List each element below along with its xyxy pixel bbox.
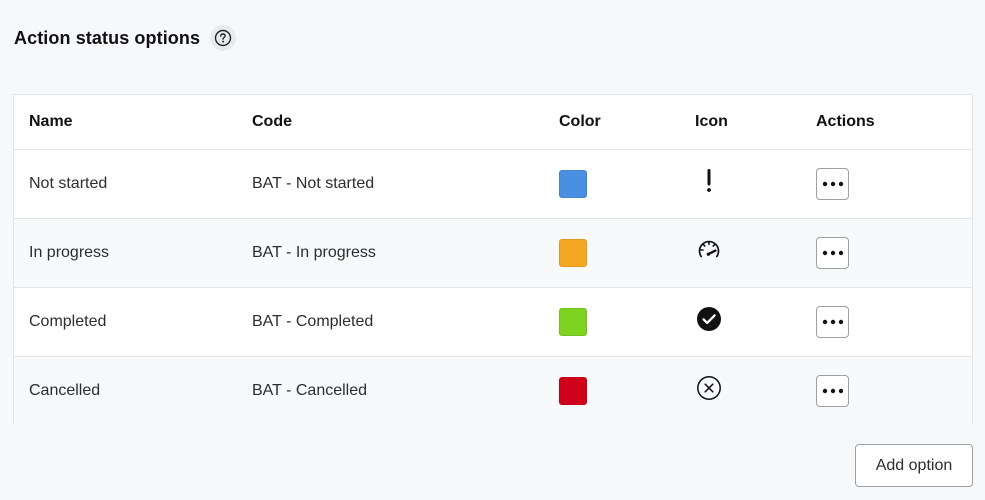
row-actions-button[interactable] [816, 305, 849, 338]
speedometer-icon [696, 237, 722, 263]
more-horizontal-icon [822, 319, 843, 324]
status-name: In progress [14, 218, 237, 288]
row-actions-button[interactable] [816, 374, 849, 407]
close-circle-icon [696, 375, 722, 401]
color-cell [544, 218, 680, 288]
color-cell [544, 356, 680, 425]
status-code: BAT - Cancelled [237, 356, 544, 425]
column-header-color: Color [544, 95, 680, 150]
icon-cell [680, 149, 801, 219]
status-code: BAT - Not started [237, 149, 544, 219]
column-header-code: Code [237, 95, 544, 150]
status-options-table: Name Code Color Icon Actions Not started… [13, 94, 973, 425]
actions-cell [801, 287, 972, 357]
table-row: Not started BAT - Not started [14, 149, 972, 219]
help-button[interactable] [210, 25, 237, 51]
status-code: BAT - Completed [237, 287, 544, 357]
more-horizontal-icon [822, 181, 843, 186]
actions-cell [801, 356, 972, 425]
color-cell [544, 149, 680, 219]
table-row: Cancelled BAT - Cancelled [14, 356, 972, 425]
row-actions-button[interactable] [816, 236, 849, 269]
exclamation-icon [696, 168, 722, 194]
more-horizontal-icon [822, 388, 843, 393]
icon-cell [680, 218, 801, 288]
check-circle-icon [696, 306, 722, 332]
row-actions-button[interactable] [816, 167, 849, 200]
color-swatch [559, 238, 587, 267]
more-horizontal-icon [822, 250, 843, 255]
status-name: Completed [14, 287, 237, 357]
page: Action status options Name Code Color Ic… [0, 0, 985, 500]
color-swatch [559, 169, 587, 198]
question-circle-icon [214, 29, 232, 47]
status-name: Cancelled [14, 356, 237, 425]
page-title: Action status options [14, 27, 201, 48]
status-code: BAT - In progress [237, 218, 544, 288]
icon-cell [680, 287, 801, 357]
table-row: Completed BAT - Completed [14, 287, 972, 357]
table-row: In progress BAT - In progress [14, 218, 972, 288]
actions-cell [801, 149, 972, 219]
status-name: Not started [14, 149, 237, 219]
color-swatch [559, 376, 587, 405]
actions-cell [801, 218, 972, 288]
add-option-button[interactable]: Add option [855, 444, 973, 487]
page-header: Action status options [14, 24, 237, 52]
color-swatch [559, 307, 587, 336]
column-header-icon: Icon [680, 95, 801, 150]
table-header-row: Name Code Color Icon Actions [14, 95, 972, 150]
color-cell [544, 287, 680, 357]
icon-cell [680, 356, 801, 425]
column-header-name: Name [14, 95, 237, 150]
column-header-actions: Actions [801, 95, 972, 150]
